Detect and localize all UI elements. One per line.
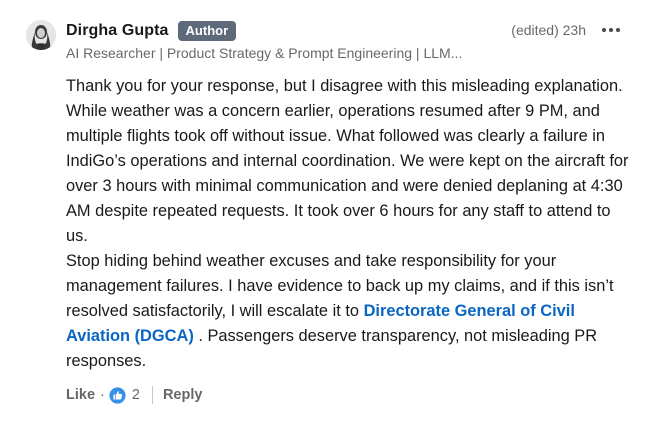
reaction-count[interactable]: 2 — [132, 387, 140, 403]
comment-meta: (edited) 23h — [511, 22, 620, 38]
edited-timestamp: (edited) 23h — [511, 22, 586, 38]
author-badge: Author — [177, 21, 237, 41]
comment-actions: Like · 2 Reply — [66, 386, 202, 404]
comment-paragraph-1: Thank you for your response, but I disag… — [66, 77, 629, 245]
more-dot — [609, 28, 613, 32]
like-button[interactable]: Like — [66, 387, 95, 403]
more-dot — [616, 28, 620, 32]
thumbs-up-reaction-icon[interactable] — [109, 386, 126, 404]
more-horizontal-icon[interactable] — [602, 23, 620, 37]
comment-header: Dirgha Gupta Author (edited) 23h AI Rese… — [66, 19, 626, 61]
author-headline: AI Researcher | Product Strategy & Promp… — [66, 45, 463, 61]
reply-button[interactable]: Reply — [163, 387, 203, 403]
comment-body: Thank you for your response, but I disag… — [66, 74, 636, 374]
vertical-divider — [151, 386, 153, 404]
comment-paragraph-2: Stop hiding behind weather excuses and t… — [66, 249, 636, 374]
author-name[interactable]: Dirgha Gupta — [66, 22, 169, 40]
dot-separator: · — [100, 387, 105, 403]
comment-card: Dirgha Gupta Author (edited) 23h AI Rese… — [0, 0, 650, 432]
more-dot — [602, 28, 606, 32]
avatar[interactable] — [26, 20, 56, 50]
profile-photo-icon — [26, 20, 56, 50]
